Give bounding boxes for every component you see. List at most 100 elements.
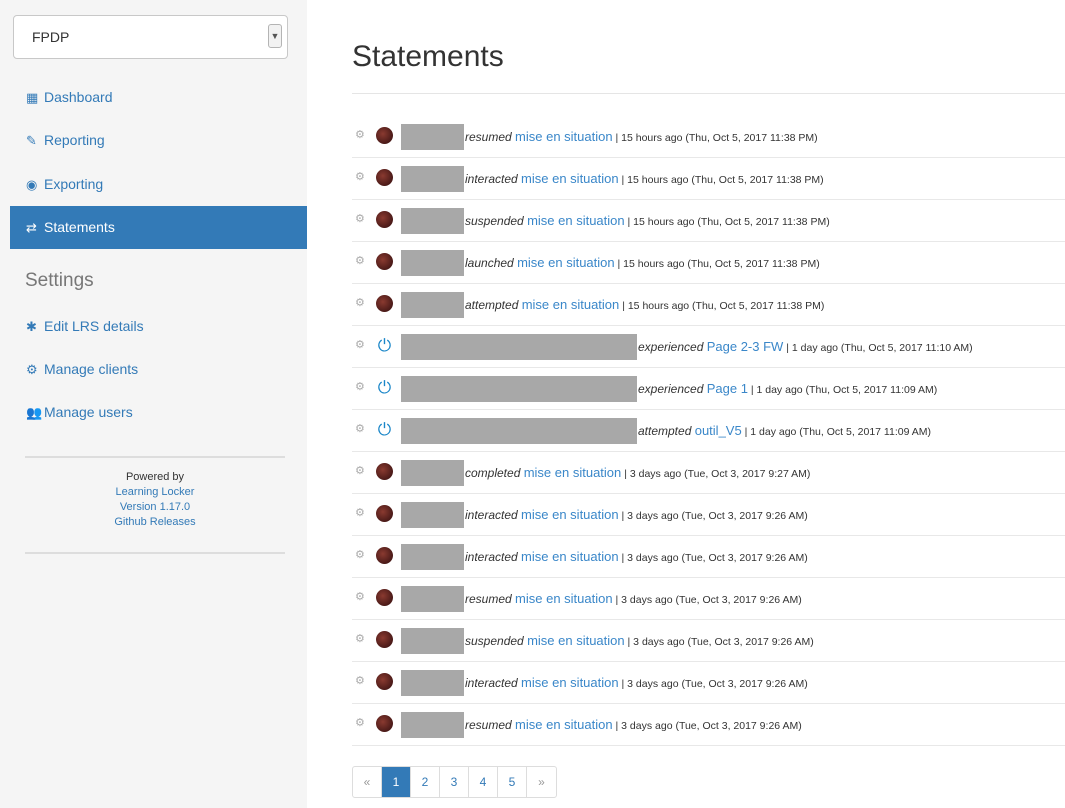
statement-object-link[interactable]: Page 2-3 FW [707,339,784,354]
statement-text: interacted mise en situation | 3 days ag… [465,507,808,522]
statement-verb: experienced [638,340,704,354]
statement-text: resumed mise en situation | 3 days ago (… [465,591,802,606]
chevron-down-icon[interactable]: ▼ [268,24,282,48]
statement-object-link[interactable]: mise en situation [521,507,619,522]
statement-row: ⚙ interacted mise en situation | 3 days a… [352,662,1065,704]
statement-object-link[interactable]: mise en situation [527,213,625,228]
redacted-actor [401,586,464,612]
bar-chart-icon: ▦ [26,90,39,105]
sidebar-item-manage-clients[interactable]: ⚙ Manage clients [10,348,307,391]
gear-icon[interactable]: ⚙ [355,506,365,519]
statement-text: interacted mise en situation | 15 hours … [465,171,824,186]
statement-verb: resumed [465,592,512,606]
pagination-page-4[interactable]: 4 [469,767,498,797]
settings-heading: Settings [25,270,94,291]
gear-icon[interactable]: ⚙ [355,296,365,309]
statement-text: resumed mise en situation | 3 days ago (… [465,717,802,732]
gear-icon[interactable]: ⚙ [355,254,365,267]
avatar [376,127,393,144]
avatar [376,505,393,522]
statement-object-link[interactable]: outil_V5 [695,423,742,438]
avatar [376,295,393,312]
lrs-select[interactable]: FPDP ▼ [13,15,288,59]
pagination-prev[interactable]: « [353,767,382,797]
statement-verb: interacted [465,550,518,564]
pagination-page-2[interactable]: 2 [411,767,440,797]
lrs-select-value: FPDP [32,29,70,45]
divider [25,456,285,458]
learning-locker-link[interactable]: Learning Locker [25,485,285,500]
statement-timestamp: | 3 days ago (Tue, Oct 3, 2017 9:27 AM) [621,468,811,480]
statement-row: ⚙ interacted mise en situation | 15 hours… [352,158,1065,200]
redacted-actor [401,460,464,486]
gear-icon[interactable]: ⚙ [355,674,365,687]
gear-icon[interactable]: ⚙ [355,716,365,729]
statement-timestamp: | 15 hours ago (Thu, Oct 5, 2017 11:38 P… [618,174,824,186]
sidebar-item-dashboard[interactable]: ▦ Dashboard [10,76,307,119]
statement-object-link[interactable]: mise en situation [515,129,613,144]
gear-icon[interactable]: ⚙ [355,632,365,645]
statement-verb: suspended [465,214,524,228]
statement-row: ⚙ attempted mise en situation | 15 hours … [352,284,1065,326]
gear-icon[interactable]: ⚙ [355,128,365,141]
statement-row: ⚙ ⏻ experienced Page 2-3 FW | 1 day ago (T… [352,326,1065,368]
avatar [376,673,393,690]
gear-icon[interactable]: ⚙ [355,170,365,183]
sidebar-item-reporting[interactable]: ✎ Reporting [10,119,307,162]
page-title: Statements [352,40,504,73]
gear-icon[interactable]: ⚙ [355,212,365,225]
statement-object-link[interactable]: mise en situation [527,633,625,648]
statement-row: ⚙ resumed mise en situation | 3 days ago … [352,704,1065,746]
avatar [376,253,393,270]
users-icon: 👥 [26,405,43,420]
statement-timestamp: | 1 day ago (Thu, Oct 5, 2017 11:10 AM) [783,342,973,354]
pagination-page-1[interactable]: 1 [382,767,411,797]
statement-object-link[interactable]: mise en situation [521,171,619,186]
title-divider [352,93,1065,94]
github-releases-link[interactable]: Github Releases [25,515,285,530]
statement-verb: interacted [465,172,518,186]
statement-row: ⚙ launched mise en situation | 15 hours a… [352,242,1065,284]
statement-verb: interacted [465,676,518,690]
statement-timestamp: | 1 day ago (Thu, Oct 5, 2017 11:09 AM) [747,384,938,396]
statement-text: interacted mise en situation | 3 days ag… [465,549,808,564]
statement-timestamp: | 15 hours ago (Thu, Oct 5, 2017 11:38 P… [624,216,830,228]
statement-text: resumed mise en situation | 15 hours ago… [465,129,818,144]
statement-verb: resumed [465,130,512,144]
statement-text: attempted outil_V5 | 1 day ago (Thu, Oct… [638,423,931,438]
pagination-page-5[interactable]: 5 [498,767,527,797]
sidebar-item-label: Manage users [44,404,133,420]
gear-icon[interactable]: ⚙ [355,422,365,435]
gear-icon[interactable]: ⚙ [355,380,365,393]
redacted-actor [401,502,464,528]
redacted-actor [401,166,464,192]
gear-icon[interactable]: ⚙ [355,548,365,561]
statement-object-link[interactable]: mise en situation [515,717,613,732]
sidebar-item-exporting[interactable]: ◉ Exporting [10,163,307,206]
statement-object-link[interactable]: mise en situation [517,255,615,270]
version-link[interactable]: Version 1.17.0 [25,500,285,515]
statement-text: attempted mise en situation | 15 hours a… [465,297,824,312]
statement-object-link[interactable]: Page 1 [707,381,748,396]
sidebar-item-manage-users[interactable]: 👥 Manage users [10,391,307,434]
statement-object-link[interactable]: mise en situation [521,549,619,564]
redacted-actor [401,544,464,570]
statement-row: ⚙ resumed mise en situation | 3 days ago … [352,578,1065,620]
statement-text: launched mise en situation | 15 hours ag… [465,255,820,270]
sidebar-item-statements[interactable]: ⇄ Statements [10,206,307,249]
statement-object-link[interactable]: mise en situation [515,591,613,606]
circle-dot-icon: ◉ [26,177,38,192]
pagination-page-3[interactable]: 3 [440,767,469,797]
statement-object-link[interactable]: mise en situation [522,297,620,312]
statement-object-link[interactable]: mise en situation [524,465,622,480]
gear-icon: ✱ [26,319,37,334]
sidebar-item-edit-lrs-details[interactable]: ✱ Edit LRS details [10,305,307,348]
gear-icon[interactable]: ⚙ [355,338,365,351]
statement-object-link[interactable]: mise en situation [521,675,619,690]
sidebar-item-label: Dashboard [44,89,113,105]
avatar [376,463,393,480]
gear-icon[interactable]: ⚙ [355,464,365,477]
pagination-next[interactable]: » [527,767,556,797]
gear-icon[interactable]: ⚙ [355,590,365,603]
statement-timestamp: | 15 hours ago (Thu, Oct 5, 2017 11:38 P… [614,258,820,270]
